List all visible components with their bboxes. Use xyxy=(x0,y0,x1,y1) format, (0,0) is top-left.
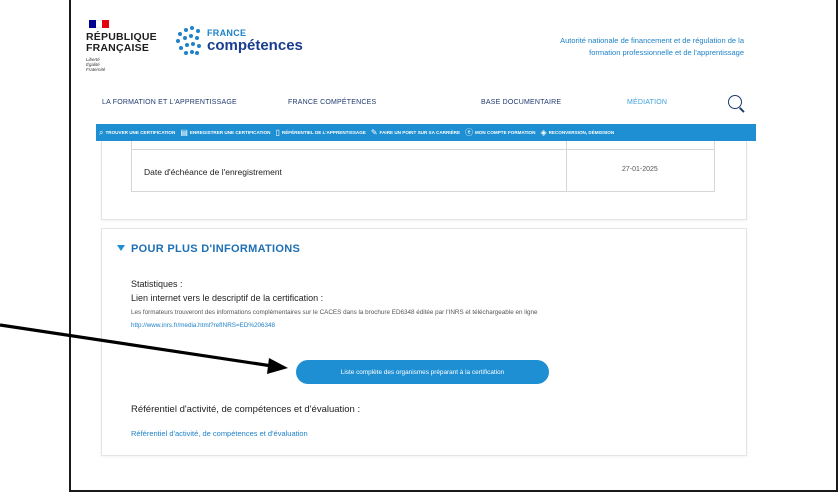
annotation-arrow-icon xyxy=(0,323,288,374)
